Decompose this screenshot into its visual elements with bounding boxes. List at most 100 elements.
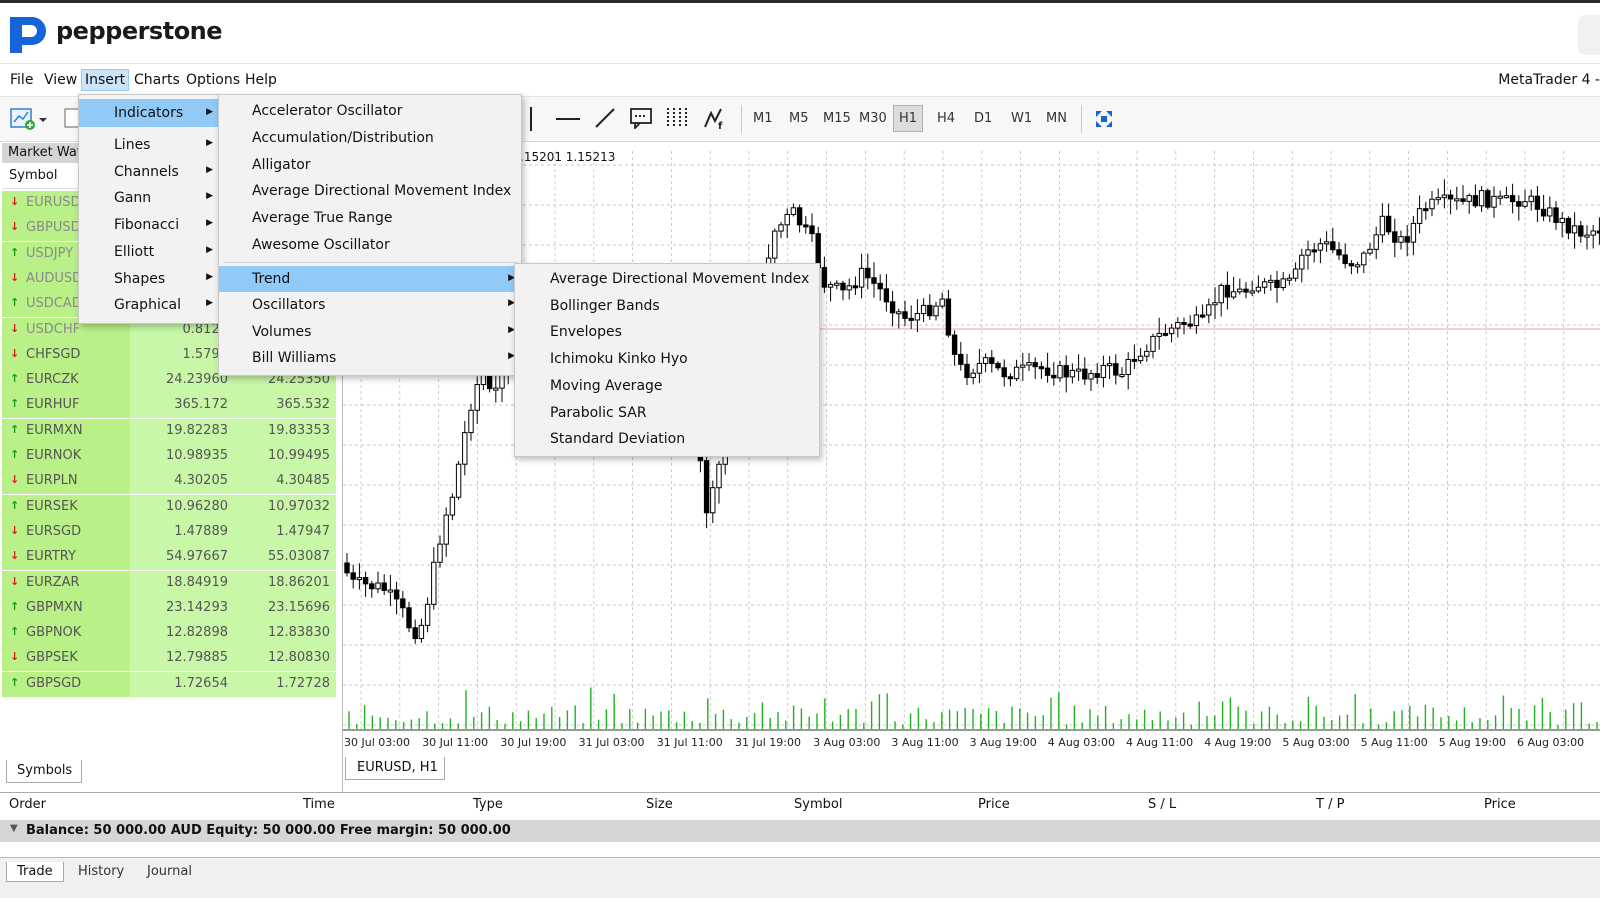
fibonacci-icon[interactable] (665, 106, 691, 130)
market-watch-row[interactable]: ↑ GBPNOK 12.82898 12.83830 (2, 621, 336, 647)
candle-body (1038, 366, 1045, 370)
timeframe-m15[interactable]: M15 (823, 111, 851, 126)
candle-body (1559, 217, 1565, 224)
indicator-accumulation-distribution[interactable]: Accumulation/Distribution (219, 126, 521, 150)
col-sl[interactable]: S / L (1148, 797, 1176, 812)
menu-insert[interactable]: Insert (81, 69, 130, 91)
collapse-icon[interactable]: ▼ (10, 823, 18, 834)
indicator-average-true-range[interactable]: Average True Range (219, 206, 521, 230)
col-time[interactable]: Time (303, 797, 335, 812)
indicators-list-icon[interactable]: f (703, 105, 729, 131)
timeframe-h1[interactable]: H1 (893, 105, 924, 132)
market-watch-row[interactable]: ↑ GBPSGD 1.72654 1.72728 (2, 671, 336, 697)
col-size[interactable]: Size (646, 797, 673, 812)
trend-envelopes[interactable]: Envelopes (515, 320, 819, 344)
trend-parabolic-sar[interactable]: Parabolic SAR (515, 401, 819, 425)
menu-item-gann[interactable]: Gann ▶ (79, 186, 219, 210)
market-watch-row[interactable]: ↑ EURNOK 10.98935 10.99495 (2, 444, 336, 469)
menu-group-oscillators[interactable]: Oscillators ▶ (219, 293, 521, 317)
menu-group-volumes[interactable]: Volumes ▶ (219, 320, 521, 344)
menu-item-channels[interactable]: Channels ▶ (79, 160, 219, 184)
chevron-down-icon[interactable] (38, 117, 48, 123)
market-watch-row[interactable]: ↑ EURHUF 365.172 365.532 (2, 393, 336, 419)
trend-moving-average[interactable]: Moving Average (515, 374, 819, 398)
market-watch-row[interactable]: ↑ GBPMXN 23.14293 23.15696 (2, 595, 336, 621)
menu-item-shapes[interactable]: Shapes ▶ (79, 267, 219, 291)
col-price[interactable]: Price (978, 797, 1010, 812)
col-type[interactable]: Type (473, 797, 503, 812)
col-current-price[interactable]: Price (1484, 797, 1516, 812)
timeframe-m5[interactable]: M5 (789, 111, 809, 126)
menu-view[interactable]: View (41, 72, 80, 88)
candle-body (1466, 195, 1472, 202)
market-watch-row[interactable]: ↓ EURTRY 54.97667 55.03087 (2, 545, 336, 571)
svg-text:f: f (718, 121, 723, 131)
candle-body (803, 224, 809, 228)
x-axis-label: 31 Jul 11:00 (657, 736, 723, 749)
indicator-accelerator-oscillator[interactable]: Accelerator Oscillator (219, 99, 521, 123)
horizontal-line-icon[interactable] (555, 109, 581, 129)
col-symbol-orders[interactable]: Symbol (794, 797, 842, 812)
menu-item-elliott[interactable]: Elliott ▶ (79, 240, 219, 264)
timeframe-w1[interactable]: W1 (1011, 111, 1032, 126)
candle-body (381, 582, 387, 591)
menu-item-lines[interactable]: Lines ▶ (79, 133, 219, 157)
tab-trade[interactable]: Trade (6, 862, 64, 882)
col-symbol[interactable]: Symbol (9, 168, 57, 183)
pepperstone-logo-icon (10, 17, 46, 53)
col-order[interactable]: Order (9, 797, 46, 812)
tab-journal[interactable]: Journal (137, 862, 202, 881)
trendline-icon[interactable] (594, 107, 616, 129)
market-watch-row[interactable]: ↓ EURZAR 18.84919 18.86201 (2, 570, 336, 596)
market-watch-row[interactable]: ↑ EURMXN 19.82283 19.83353 (2, 418, 336, 444)
new-chart-icon[interactable] (10, 107, 36, 131)
candle-body (846, 285, 852, 291)
menu-item-label: Accelerator Oscillator (252, 103, 403, 119)
chart-area[interactable]: 30 Jul 03:00 30 Jul 11:00 30 Jul 19:00 31 J… (343, 143, 1600, 791)
menu-item-indicators[interactable]: Indicators ▶ (79, 99, 219, 127)
market-watch-row[interactable]: ↓ EURPLN 4.30205 4.30485 (2, 469, 336, 495)
candle-body (393, 589, 400, 600)
timeframe-m1[interactable]: M1 (753, 111, 773, 126)
menu-group-trend[interactable]: Trend ▶ (219, 266, 521, 292)
market-watch-row[interactable]: ↓ GBPSEK 12.79885 12.80830 (2, 646, 336, 672)
col-tp[interactable]: T / P (1316, 797, 1344, 812)
trend-standard-deviation[interactable]: Standard Deviation (515, 427, 819, 451)
menu-item-graphical[interactable]: Graphical ▶ (79, 293, 219, 317)
menu-item-label: Alligator (252, 157, 311, 173)
timeframe-mn[interactable]: MN (1046, 111, 1067, 126)
indicator-admi[interactable]: Average Directional Movement Index (219, 179, 521, 203)
menu-item-fibonacci[interactable]: Fibonacci ▶ (79, 213, 219, 237)
candle-body (840, 282, 846, 291)
vertical-line-tool-icon[interactable] (530, 107, 532, 131)
menu-options[interactable]: Options (183, 72, 243, 88)
candle-body (1491, 195, 1497, 208)
trend-admi[interactable]: Average Directional Movement Index (515, 267, 819, 291)
market-watch-row[interactable]: ↓ EURSGD 1.47889 1.47947 (2, 519, 336, 545)
market-watch-row[interactable]: ↑ EURSEK 10.96280 10.97032 (2, 494, 336, 520)
menu-help[interactable]: Help (242, 72, 280, 88)
tab-history[interactable]: History (68, 862, 134, 881)
symbols-tab[interactable]: Symbols (6, 760, 82, 783)
row-bid: 1.72654 (174, 675, 228, 691)
candle-body (1534, 195, 1541, 210)
fullscreen-icon[interactable] (1095, 110, 1113, 128)
candle-body (951, 334, 958, 355)
trend-ichimoku[interactable]: Ichimoku Kinko Hyo (515, 347, 819, 371)
candle-body (1584, 234, 1590, 238)
candle-body (468, 409, 474, 434)
indicator-awesome-oscillator[interactable]: Awesome Oscillator (219, 233, 521, 257)
window-corner-button[interactable] (1578, 15, 1600, 55)
menu-charts[interactable]: Charts (131, 72, 183, 88)
text-label-icon[interactable] (629, 107, 653, 129)
timeframe-m30[interactable]: M30 (859, 111, 887, 126)
candle-body (1113, 363, 1119, 376)
timeframe-d1[interactable]: D1 (974, 111, 992, 126)
indicator-alligator[interactable]: Alligator (219, 153, 521, 177)
timeframe-h4[interactable]: H4 (937, 111, 955, 126)
menu-item-label: Average True Range (252, 210, 393, 226)
menu-group-bill-williams[interactable]: Bill Williams ▶ (219, 346, 521, 370)
menu-file[interactable]: File (7, 72, 36, 88)
chart-tab-eurusd[interactable]: EURUSD, H1 (345, 757, 445, 780)
trend-bollinger-bands[interactable]: Bollinger Bands (515, 294, 819, 318)
